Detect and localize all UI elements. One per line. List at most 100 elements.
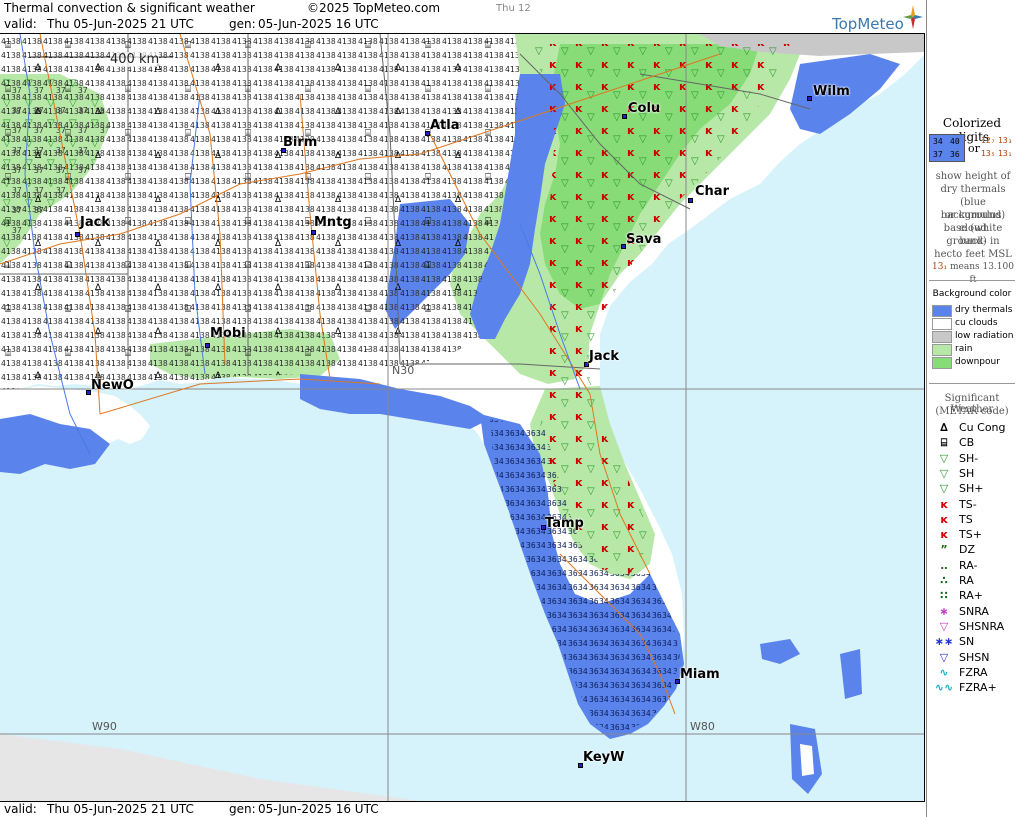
city-label-tamp[interactable]: Tamp — [545, 516, 584, 531]
legend-bg-title: Background color — [932, 289, 1012, 299]
legend-panel: Colorized digits 34 40 37 36 or 12₇ 13₃ … — [926, 0, 1017, 817]
legend-wx-sh: ▽ SH — [933, 467, 1017, 481]
city-marker-wilm[interactable] — [807, 96, 812, 101]
footer-gen-time: 05-Jun-2025 16 UTC — [258, 802, 379, 816]
city-label-jack-ms[interactable]: Jack — [80, 215, 110, 230]
sh-symbol-icon: ▽ — [939, 451, 949, 465]
grid-label-w80: W80 — [690, 720, 715, 733]
legend-explain-6: ground) in — [946, 236, 1000, 247]
footer-valid-time: Thu 05-Jun-2025 21 UTC — [47, 802, 194, 816]
city-marker-char[interactable] — [688, 198, 693, 203]
city-marker-jack-ms[interactable] — [75, 232, 80, 237]
ra-symbol-icon: ∴ — [940, 574, 948, 587]
legend-wx-label: SHSN — [959, 650, 990, 664]
legend-wx-label: SH- — [959, 451, 979, 465]
city-label-newo[interactable]: NewO — [91, 378, 134, 393]
snra-symbol-icon: ∗ — [939, 604, 949, 618]
grid-label-w90: W90 — [92, 720, 117, 733]
compass-star-icon — [903, 5, 923, 29]
ra-symbol-icon: ‥ — [940, 558, 948, 572]
low-radiation-south — [0, 734, 420, 801]
valid-label: valid: — [4, 17, 37, 31]
city-marker-mobi[interactable] — [205, 343, 210, 348]
legend-wx-ra: ‥ RA- — [933, 559, 1017, 573]
legend-wx-cu-cong: ∆ Cu Cong — [933, 421, 1017, 435]
city-label-jack-fl[interactable]: Jack — [589, 349, 619, 364]
dz-symbol-icon: ” — [940, 543, 948, 557]
legend-wx-label: SNRA — [959, 604, 989, 618]
city-label-birm[interactable]: Birm — [283, 135, 317, 150]
scale-label: 400 km — [110, 52, 160, 67]
legend-bg-rain: rain — [932, 344, 1017, 357]
island-bahamas-1 — [760, 639, 800, 664]
legend-wx-snra: ∗ SNRA — [933, 605, 1017, 619]
city-label-keyw[interactable]: KeyW — [583, 750, 624, 765]
sample-white-3: 13₅ — [981, 149, 996, 158]
sample-white-2: 13₃ — [998, 136, 1013, 145]
legend-wx-sh: ▽ SH- — [933, 452, 1017, 466]
city-label-char[interactable]: Char — [695, 184, 729, 199]
cb-symbol-icon: ⌸ — [940, 436, 948, 450]
shsnra-symbol-icon: ▽ — [939, 619, 949, 633]
city-label-sava[interactable]: Sava — [626, 232, 661, 247]
cu-cong-symbol-icon: ∆ — [940, 421, 948, 434]
legend-divider-2 — [929, 383, 1015, 384]
legend-wx-label: SH+ — [959, 482, 984, 496]
island-andros — [800, 744, 814, 776]
shsn-symbol-icon: ▽ — [939, 650, 949, 664]
legend-wx-shsnra: ▽ SHSNRA — [933, 620, 1017, 634]
ts-symbol-icon: ĸ — [940, 512, 948, 526]
label-cu-clouds: cu clouds — [955, 318, 998, 328]
sample-white-4: 13₁ — [998, 149, 1013, 158]
topmeteo-logo[interactable]: TopMeteo — [832, 5, 924, 33]
legend-sample-white: 12₇ 13₃ 13₅ 13₁ — [981, 134, 1015, 162]
legend-wx-label: CB — [959, 436, 975, 450]
sh-symbol-icon: ▽ — [939, 466, 949, 480]
label-dry-thermals: dry thermals — [955, 305, 1013, 315]
city-label-colu[interactable]: Colu — [628, 101, 660, 116]
day-tab[interactable]: Thu 12 — [496, 3, 531, 14]
brand-name: TopMeteo — [832, 15, 904, 33]
map-canvas: 41 38 36 34 ĸ ▽ ▽ 37 ⌸ ∆ — [0, 34, 924, 801]
city-label-mntg[interactable]: Mntg — [314, 215, 352, 230]
legend-wx-label: SN — [959, 635, 975, 649]
legend-wx-fzra: ∿∿ FZRA+ — [933, 681, 1017, 695]
valid-time: Thu 05-Jun-2025 21 UTC — [47, 17, 194, 31]
map-title: Thermal convection & significant weather — [4, 1, 255, 15]
legend-wx-label: Cu Cong — [959, 421, 1006, 434]
swatch-low-radiation — [932, 331, 952, 343]
sample-blue-4: 36 — [950, 150, 960, 159]
legend-wx-label: TS+ — [959, 528, 982, 542]
city-label-miam[interactable]: Miam — [680, 667, 720, 682]
city-marker-mntg[interactable] — [311, 230, 316, 235]
legend-wx-label: SHSNRA — [959, 619, 1005, 633]
footer-gen-label: gen: — [229, 802, 256, 816]
footer-bar: valid: Thu 05-Jun-2025 21 UTC gen: 05-Ju… — [0, 801, 925, 817]
legend-bg-downpour: downpour — [932, 357, 1017, 370]
sh-symbol-icon: ▽ — [939, 482, 949, 496]
legend-wx-label: TS- — [959, 497, 977, 511]
legend-divider-1 — [929, 280, 1015, 281]
legend-example: 13₁ means 13.100 ft — [930, 261, 1016, 287]
legend-wx-label: RA — [959, 574, 974, 587]
ts-symbol-icon: ĸ — [940, 528, 948, 542]
footer-valid-label: valid: — [4, 802, 37, 816]
legend-sample-blue: 34 40 37 36 — [929, 134, 965, 162]
city-marker-colu[interactable] — [622, 114, 627, 119]
header-bar: Thermal convection & significant weather… — [0, 0, 925, 34]
legend-wx-label: DZ — [959, 543, 976, 557]
legend-wx-ts: ĸ TS — [933, 513, 1017, 527]
swatch-dry-thermals — [932, 305, 952, 317]
weather-map[interactable]: 41 38 36 34 ĸ ▽ ▽ 37 ⌸ ∆ — [0, 34, 925, 801]
legend-wx-label: RA- — [959, 558, 978, 572]
legend-wx-label: TS — [959, 512, 973, 526]
city-label-atla[interactable]: Atla — [430, 118, 460, 133]
legend-explain-7: hecto feet MSL — [934, 249, 1012, 260]
island-bahamas-2 — [840, 649, 862, 699]
legend-wx-sh: ▽ SH+ — [933, 482, 1017, 496]
city-label-wilm[interactable]: Wilm — [813, 84, 850, 99]
ra-symbol-icon: ∷ — [940, 589, 948, 603]
sample-blue-1: 34 — [933, 137, 943, 146]
legend-example-value: 13₁ — [932, 262, 948, 272]
city-label-mobi[interactable]: Mobi — [210, 326, 246, 341]
